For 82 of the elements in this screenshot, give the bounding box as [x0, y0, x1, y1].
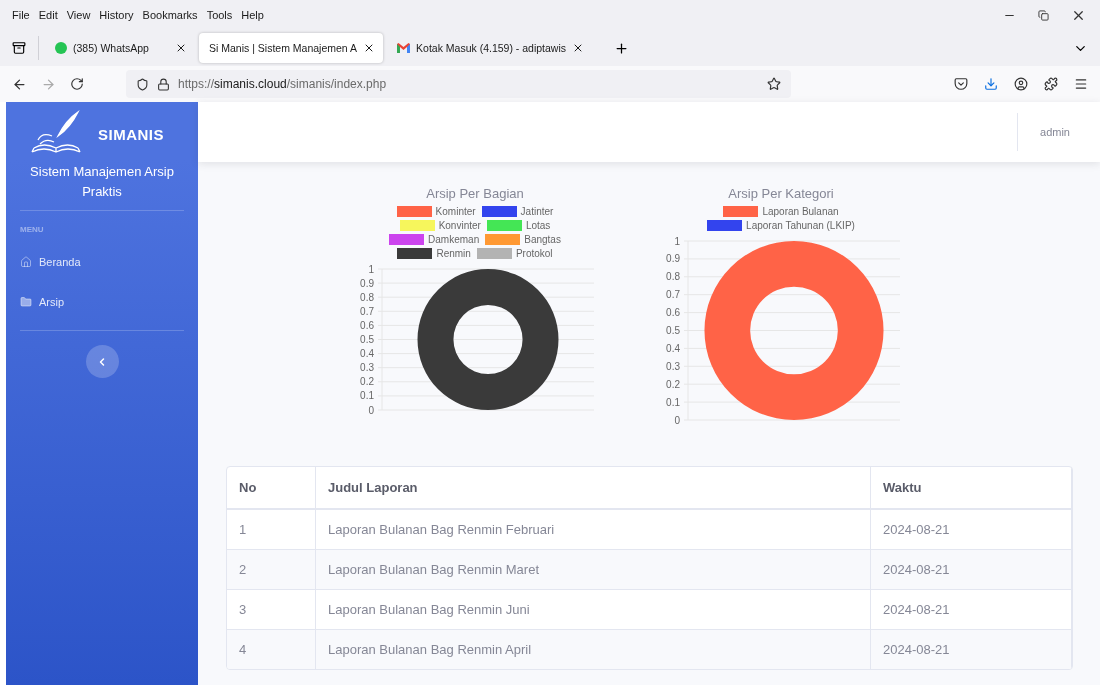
restore-icon[interactable] [1038, 9, 1049, 21]
y-axis-label: 1 [674, 235, 680, 247]
chat-logo-icon [55, 42, 67, 54]
y-axis-label: 0.3 [360, 362, 374, 374]
browser-tab[interactable]: (385) WhatsApp [45, 33, 195, 63]
menu-item[interactable]: Tools [206, 9, 233, 21]
y-axis-label: 0.6 [360, 319, 374, 331]
account-icon[interactable] [1014, 77, 1028, 91]
y-axis-label: 1 [368, 263, 374, 275]
y-axis-label: 0.8 [666, 271, 680, 283]
table-cell: 2024-08-21 [870, 509, 1072, 550]
address-bar[interactable]: https://simanis.cloud/simanis/index.php [126, 70, 791, 98]
menu-heading: MENU [20, 225, 45, 234]
new-tab-icon[interactable] [614, 40, 630, 56]
table-cell: Laporan Bulanan Bag Renmin Maret [315, 549, 871, 590]
y-axis-label: 0.5 [360, 334, 374, 345]
y-axis-label: 0.1 [666, 396, 680, 408]
y-axis-label: 0.9 [666, 253, 680, 265]
table-cell: 2024-08-21 [870, 629, 1072, 669]
user-name[interactable]: admin [1018, 126, 1100, 138]
pocket-icon[interactable] [954, 77, 968, 91]
y-axis-label: 0.8 [360, 291, 374, 303]
menu-icon[interactable] [1074, 77, 1088, 91]
shield-icon [136, 77, 149, 91]
table-cell: 2024-08-21 [870, 549, 1072, 590]
reload-icon[interactable] [70, 77, 84, 91]
legend-label: Jatinter [520, 206, 554, 217]
y-axis-label: 0 [674, 414, 680, 426]
table-cell: 3 [227, 589, 316, 630]
menu-item[interactable]: Bookmarks [142, 9, 198, 21]
legend-label: Laporan Tahunan (LKIP) [746, 220, 855, 231]
menu-item[interactable]: Edit [38, 9, 58, 21]
table-cell: 2024-08-21 [870, 589, 1072, 630]
legend-label: Renmin [436, 248, 471, 259]
table-cell: 1 [227, 509, 316, 550]
browser-tab[interactable]: Si Manis | Sistem Manajemen A [199, 33, 384, 63]
close-icon[interactable] [175, 42, 187, 54]
y-axis-label: 0.9 [360, 277, 374, 289]
legend-label: Laporan Bulanan [762, 206, 839, 217]
menu-item[interactable]: History [99, 9, 134, 21]
star-icon[interactable] [767, 77, 781, 91]
menu-item[interactable]: Help [241, 9, 264, 21]
y-axis-label: 0.5 [666, 325, 680, 336]
chart-title: Arsip Per Bagian [426, 186, 524, 201]
brand-name: SIMANIS [98, 125, 164, 143]
y-axis-label: 0.2 [360, 376, 374, 388]
y-axis-label: 0.3 [666, 360, 680, 372]
y-axis-label: 0.6 [666, 307, 680, 319]
brand-subtitle: Sistem Manajemen Arsip Praktis [29, 163, 175, 201]
y-axis-label: 0 [368, 404, 374, 416]
sidebar-toggle-button[interactable] [85, 345, 119, 378]
y-axis-label: 0.2 [666, 378, 680, 390]
legend-label: Konvinter [438, 220, 481, 231]
download-icon[interactable] [984, 77, 998, 91]
table-cell: 4 [227, 629, 316, 669]
table-cell: Laporan Bulanan Bag Renmin Februari [315, 509, 871, 550]
sidebar-item[interactable]: Arsip [20, 282, 184, 322]
y-axis-label: 0.4 [666, 342, 680, 354]
browser-tab[interactable]: Kotak Masuk (4.159) - adiptawis [387, 33, 593, 63]
legend-label: Kominter [435, 206, 476, 217]
tab-list-icon[interactable] [12, 41, 26, 55]
menu-item[interactable]: View [66, 9, 91, 21]
back-icon[interactable] [12, 76, 27, 92]
table-cell: Laporan Bulanan Bag Renmin Juni [315, 589, 871, 630]
y-axis-label: 0.7 [666, 289, 680, 301]
y-axis-label: 0.4 [360, 348, 374, 360]
legend-label: Bangtas [524, 234, 561, 245]
menu-item[interactable]: File [12, 9, 30, 21]
home-icon [20, 256, 32, 268]
lock-icon [157, 77, 170, 91]
sidebar-item[interactable]: Beranda [20, 242, 184, 282]
y-axis-label: 0.7 [360, 305, 374, 317]
legend-label: Damkeman [428, 234, 480, 245]
folder-icon [20, 296, 32, 308]
mail-logo-icon [397, 43, 411, 53]
table-cell: Laporan Bulanan Bag Renmin April [315, 629, 871, 669]
legend-label: Lotas [525, 220, 551, 231]
extensions-icon[interactable] [1044, 77, 1058, 91]
legend-label: Protokol [515, 248, 553, 259]
chart-title: Arsip Per Kategori [728, 186, 834, 201]
table-cell: 2 [227, 549, 316, 590]
y-axis-label: 0.1 [360, 390, 374, 402]
